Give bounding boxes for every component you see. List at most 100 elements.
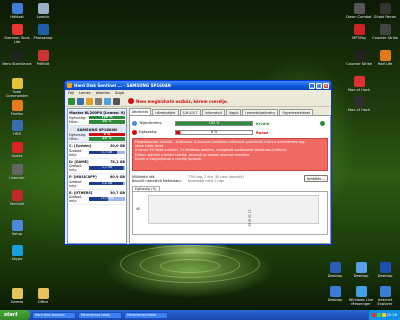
disk-list-panel: Maxtor 6L200P0 [Lemez: 0] Egészség: 100 %… <box>67 108 127 244</box>
taskbar-item[interactable]: Merevlemez hibás <box>124 311 168 319</box>
warning-icon <box>128 98 134 104</box>
help-icon[interactable] <box>113 97 120 105</box>
app-icon <box>37 24 49 35</box>
refresh-icon[interactable] <box>320 120 325 126</box>
game-icon <box>353 3 365 14</box>
desktop-icon[interactable]: Unlocker <box>2 164 32 180</box>
status-text: Nem megbízható eszköz, kérem cserélje. <box>136 98 229 104</box>
taskbar-item[interactable]: Hard Disk Sentinel <box>32 311 76 319</box>
refresh-icon[interactable] <box>68 97 75 105</box>
desktop-icon[interactable]: Ghost Recon <box>370 3 400 19</box>
health-label: Egészség: <box>69 132 87 137</box>
app-icon <box>37 50 49 61</box>
tray-icon[interactable] <box>371 313 376 317</box>
tray-icon[interactable] <box>381 313 386 317</box>
health-label: Egészség: <box>139 130 158 134</box>
folder-icon <box>11 288 23 299</box>
desktop-icon[interactable]: Internet Explorer <box>370 286 400 306</box>
disk-name: SAMSUNG SP1604N <box>69 127 125 132</box>
desktop-icon[interactable]: Opera <box>2 142 32 158</box>
desktop-icon[interactable]: Office <box>28 288 58 304</box>
desktop-icon[interactable]: Counter Strike <box>370 24 400 40</box>
toolbar: Nem megbízható eszköz, kérem cserélje. <box>65 96 331 107</box>
app-icon <box>11 50 23 61</box>
app-icon <box>11 220 23 231</box>
app-icon <box>11 78 23 89</box>
desktop-icon[interactable]: HDS <box>2 120 32 136</box>
volume-name: C: [System] <box>69 144 92 148</box>
game-icon <box>379 3 391 14</box>
desktop-icon[interactable]: Sentinel <box>2 190 32 206</box>
desktop-icon[interactable]: Setup <box>2 220 32 236</box>
desktop-icon[interactable]: Half Life <box>370 50 400 66</box>
menu-report[interactable]: Jelentés <box>96 91 110 95</box>
menu-file[interactable]: Fájl <box>68 91 74 95</box>
performance-meter: 100 % <box>175 120 253 126</box>
window-titlebar[interactable]: Hard Disk Sentinel ... - SAMSUNG SP1604N… <box>65 81 331 90</box>
desktop: Hálózat Lomtár Daemon Tools Lite Photosh… <box>0 0 400 320</box>
info-area: Működési idő: Becsült hátralévő élettart… <box>132 175 328 183</box>
menu-disk[interactable]: Lemez <box>79 91 91 95</box>
water-ripple <box>160 259 220 273</box>
skype-icon <box>11 245 23 256</box>
health-state: Rossz <box>256 129 269 135</box>
free-space-bar: 14,3 GB <box>89 197 125 201</box>
graph-y-label: 40 <box>136 207 141 211</box>
volume-item[interactable]: C: [System] 20,0 GB Szabad hely: 4,3 GB <box>68 143 126 159</box>
free-space-label: Szabad hely: <box>69 195 82 203</box>
volume-item[interactable]: D: [GAME] 78,1 GB Szabad hely: 3,3 GB <box>68 159 126 174</box>
tab-strip: Áttekintés Hőmérséklet S.M.A.R.T. Inform… <box>129 108 331 115</box>
graph-plot-area <box>148 195 319 224</box>
details-panel: Áttekintés Hőmérséklet S.M.A.R.T. Inform… <box>129 108 331 244</box>
desktop-icon[interactable]: Lomtár <box>28 3 58 19</box>
desktop-icon[interactable]: Max of Hack <box>344 96 374 112</box>
folder-icon <box>37 288 49 299</box>
desktop-icon[interactable]: Skype <box>2 245 32 261</box>
taskbar-item[interactable]: Merevlemez hibás <box>78 311 122 319</box>
repeat-test-button[interactable]: Ismétlés ... <box>304 175 328 182</box>
health-meter: 6 % <box>175 129 253 135</box>
desktop-icon[interactable]: PdfEdit <box>28 50 58 66</box>
report-icon[interactable] <box>86 97 93 105</box>
app-icon <box>11 120 23 131</box>
tab-overview[interactable]: Áttekintés <box>129 108 152 115</box>
volume-name: F: [MUSICAPP] <box>69 175 97 179</box>
desktop-icon[interactable]: Firefox <box>2 100 32 116</box>
alert-message-box: Meghibásodás várható - kritikusan. A lem… <box>132 138 328 171</box>
app-icon <box>11 190 23 201</box>
volume-name: D: [GAME] <box>69 159 89 164</box>
menu-help[interactable]: Súgó <box>115 91 124 95</box>
free-space-bar: 4,3 GB <box>89 150 125 155</box>
graph-x-label: 2010.01.12 <box>247 209 252 227</box>
maximize-button[interactable]: □ <box>316 82 322 89</box>
window-title: Hard Disk Sentinel ... - SAMSUNG SP1604N <box>74 83 171 88</box>
performance-state: Kiváló <box>256 120 270 126</box>
desktop-icon[interactable]: Max of Hack <box>344 76 374 92</box>
disk-icon[interactable] <box>77 97 84 105</box>
clock: 20:28 <box>386 313 397 317</box>
minimize-button[interactable]: _ <box>309 82 315 89</box>
volume-size: 80,9 GB <box>110 175 125 179</box>
disk-item-selected[interactable]: SAMSUNG SP1604N Egészség: 6 % Hőm.: 23 °C <box>68 126 126 143</box>
volume-item[interactable]: E: [OTHERS] 30,7 GB Szabad hely: 14,3 GB <box>68 190 126 205</box>
app-icon <box>353 96 365 107</box>
disk-item[interactable]: Maxtor 6L200P0 [Lemez: 0] Egészség: 100 %… <box>68 109 126 126</box>
network-icon <box>11 3 23 14</box>
volume-item[interactable]: F: [MUSICAPP] 80,9 GB Szabad hely: 3,8 GB <box>68 174 126 190</box>
settings-icon[interactable] <box>95 97 102 105</box>
close-button[interactable]: × <box>323 82 329 89</box>
opera-icon <box>11 142 23 153</box>
performance-row: Teljesítmény: 100 % Kiváló <box>132 119 328 127</box>
desktop-icon[interactable]: Photoshop <box>28 24 58 40</box>
performance-icon <box>132 120 137 126</box>
taskbar: start Hard Disk Sentinel Merevlemez hibá… <box>0 310 400 320</box>
app-icon <box>353 24 365 35</box>
tray-icon[interactable] <box>376 313 381 317</box>
info-icon[interactable] <box>104 97 111 105</box>
desktop-icon[interactable]: Desktop <box>370 262 400 278</box>
desktop-icon[interactable]: Total Commander <box>2 78 32 98</box>
free-space-bar: 3,3 GB <box>89 166 125 170</box>
hard-disk-sentinel-window: Hard Disk Sentinel ... - SAMSUNG SP1604N… <box>64 80 332 245</box>
app-icon <box>353 76 365 87</box>
start-button[interactable]: start <box>0 310 30 320</box>
